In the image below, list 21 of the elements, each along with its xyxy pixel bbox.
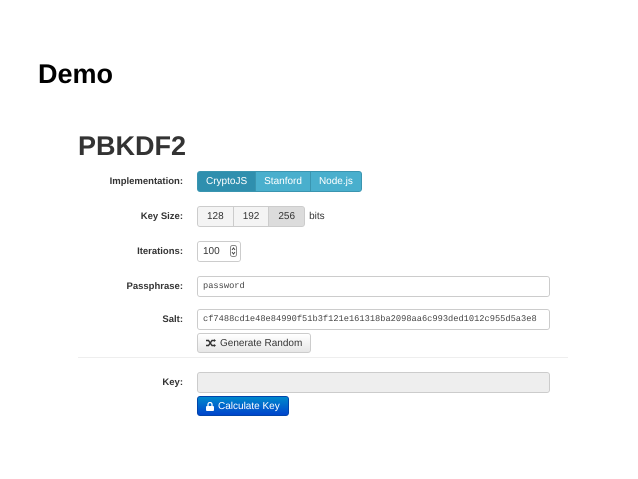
calculate-key-button[interactable]: Calculate Key [197, 396, 289, 416]
generate-random-button[interactable]: Generate Random [197, 333, 312, 353]
implementation-option[interactable]: CryptoJS [197, 170, 256, 192]
slide-title: Demo [38, 58, 114, 91]
field-label: Key: [161, 376, 183, 388]
iterations-field[interactable]: 100 [197, 240, 241, 262]
key-size-option[interactable]: 192 [232, 206, 270, 226]
field-label: Key Size: [140, 210, 183, 222]
field-label: Iterations: [136, 246, 183, 256]
field-label: Implementation: [108, 176, 183, 186]
salt-field[interactable]: cf7488cd1e48e84990f51b3f121e161318ba2098aa6c993ded1012c955d5a3e8 [197, 308, 550, 330]
key-size-option[interactable]: 256 [268, 206, 306, 226]
passphrase-field[interactable]: password [197, 276, 550, 296]
shuffle-icon [206, 339, 216, 347]
field-label: Passphrase: [125, 280, 183, 292]
lock-icon [206, 402, 214, 410]
page-heading: PBKDF2 [78, 131, 188, 161]
stepper-icon [230, 245, 237, 257]
key-size-option[interactable]: 128 [197, 206, 234, 226]
unit-label: bits [309, 210, 325, 222]
field-label: Salt: [161, 314, 183, 324]
